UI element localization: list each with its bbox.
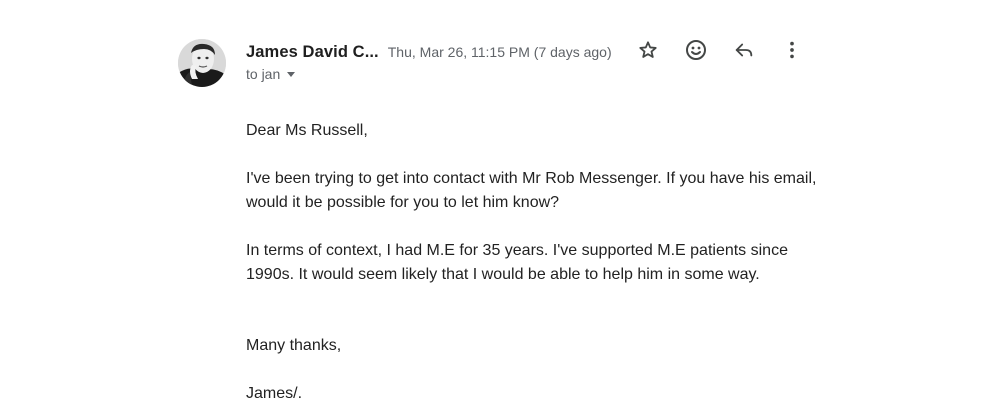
message-header: James David C... Thu, Mar 26, 11:15 PM (… <box>246 40 612 64</box>
more-vert-icon <box>790 41 794 59</box>
body-line: 1990s. It would seem likely that I would… <box>246 266 760 283</box>
reply-button[interactable] <box>724 34 764 66</box>
body-line: would it be possible for you to let him … <box>246 194 560 211</box>
body-line: I've been trying to get into contact wit… <box>246 170 817 187</box>
signature: James/. <box>246 385 303 402</box>
recipient-label: to jan <box>246 66 281 82</box>
closing: Many thanks, <box>246 337 342 354</box>
star-button[interactable] <box>628 34 668 66</box>
sender-name[interactable]: James David C... <box>246 43 379 62</box>
add-reaction-button[interactable] <box>676 34 716 66</box>
salutation: Dear Ms Russell, <box>246 122 368 139</box>
recipient-line: to jan <box>246 66 296 82</box>
star-icon <box>639 41 657 58</box>
reply-icon <box>735 43 753 57</box>
sender-avatar[interactable] <box>178 39 226 87</box>
message-actions <box>628 34 820 66</box>
more-options-button[interactable] <box>772 34 812 66</box>
body-line: In terms of context, I had M.E for 35 ye… <box>246 242 788 259</box>
emoji-icon <box>686 40 706 60</box>
message-body: Dear Ms Russell, I've been trying to get… <box>246 119 826 406</box>
message-date[interactable]: Thu, Mar 26, 11:15 PM (7 days ago) <box>388 44 612 60</box>
show-details-chevron-icon[interactable] <box>287 71 296 77</box>
